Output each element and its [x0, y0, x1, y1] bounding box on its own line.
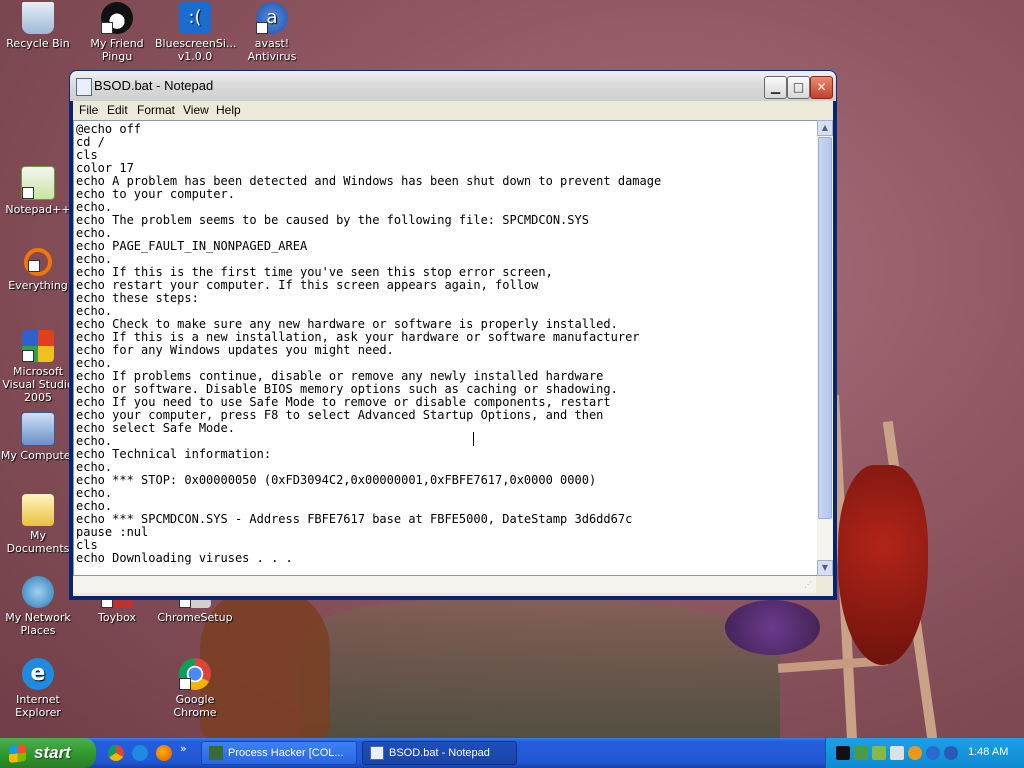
desktop-icon-label: ChromeSetup: [157, 611, 233, 624]
taskbar-button-process-hacker[interactable]: Process Hacker [COL...: [201, 741, 357, 765]
start-label: start: [34, 743, 71, 762]
visual-studio-icon: [22, 330, 54, 362]
minimize-button[interactable]: ▁: [764, 76, 787, 99]
network-tray-icon[interactable]: [854, 746, 868, 760]
scroll-down-button[interactable]: ▼: [817, 560, 833, 576]
toybox-icon: [101, 596, 133, 608]
console-tray-icon[interactable]: [836, 746, 850, 760]
desktop-icon-label: BluescreenSi... v1.0.0: [155, 37, 237, 63]
avast-icon: a: [256, 2, 288, 34]
desktop-icon-label: My Computer: [0, 449, 76, 462]
network-globe-icon: [22, 576, 54, 608]
desktop-icon-label: Recycle Bin: [6, 37, 70, 50]
scroll-up-button[interactable]: ▲: [817, 120, 833, 136]
minimize-icon: ▁: [770, 80, 781, 94]
taskbar: start » Process Hacker [COL... BSOD.bat …: [0, 738, 1024, 768]
desktop-icon-label: Toybox: [98, 611, 136, 624]
close-icon: ✕: [816, 80, 827, 94]
desktop-icon-recycle-bin[interactable]: Recycle Bin: [0, 2, 78, 50]
app-tray-icon[interactable]: [872, 746, 886, 760]
start-button[interactable]: start: [0, 738, 96, 768]
notepad-icon: [370, 746, 384, 760]
desktop-icon-internet-explorer[interactable]: e Internet Explorer: [0, 658, 78, 719]
desktop-icon-my-documents[interactable]: My Documents: [0, 494, 78, 555]
quicklaunch-firefox-icon[interactable]: [156, 745, 172, 761]
system-tray: 1:48 AM: [825, 738, 1024, 768]
resize-grip-icon[interactable]: ⋰: [800, 576, 816, 593]
penguin-icon: [101, 2, 133, 34]
vertical-scrollbar[interactable]: ▲ ▼: [817, 120, 833, 576]
quicklaunch-chrome-icon[interactable]: [108, 745, 124, 761]
info-tray-icon[interactable]: [926, 746, 940, 760]
desktop-icon-avast[interactable]: a avast! Antivirus: [232, 2, 312, 63]
recycle-bin-icon: [22, 2, 54, 34]
notepad-plus-plus-icon: [21, 166, 55, 200]
desktop-icon-label: Microsoft Visual Studio 2005: [2, 365, 74, 404]
quicklaunch-ie-icon[interactable]: [132, 745, 148, 761]
menu-format[interactable]: Format: [137, 103, 175, 117]
notepad-window[interactable]: BSOD.bat - Notepad ▁ □ ✕ File Edit Forma…: [70, 71, 836, 599]
close-button[interactable]: ✕: [810, 76, 833, 99]
clock[interactable]: 1:48 AM: [968, 746, 1008, 758]
background-flowers: [725, 600, 820, 655]
desktop-icon-label: Notepad++: [5, 203, 71, 216]
folder-icon: [22, 494, 54, 526]
desktop-icon-notepad-plus-plus[interactable]: Notepad++: [0, 166, 78, 216]
text-editor[interactable]: @echo off cd / cls color 17 echo A probl…: [73, 120, 818, 576]
editor-text: @echo off cd / cls color 17 echo A probl…: [76, 122, 662, 565]
maximize-icon: □: [792, 80, 805, 94]
search-tray-icon[interactable]: [908, 746, 922, 760]
background-brush: [300, 600, 780, 740]
desktop-icon-my-network-places[interactable]: My Network Places: [0, 576, 78, 637]
arrow-down-icon: ▼: [821, 563, 829, 572]
device-tray-icon[interactable]: [890, 746, 904, 760]
scroll-thumb[interactable]: [818, 137, 832, 519]
desktop-icon-everything[interactable]: Everything: [0, 248, 78, 292]
window-title: BSOD.bat - Notepad: [94, 78, 214, 93]
internet-explorer-icon: e: [22, 658, 54, 690]
everything-search-icon: [24, 248, 52, 276]
chrome-icon: [179, 658, 211, 690]
maximize-button[interactable]: □: [787, 76, 810, 99]
background-chili-ristra: [838, 465, 928, 665]
desktop-icon-my-computer[interactable]: My Computer: [0, 412, 78, 462]
menu-help[interactable]: Help: [216, 103, 241, 117]
desktop-icon-label: Everything: [8, 279, 68, 292]
desktop-icon-label: Google Chrome: [173, 693, 217, 719]
desktop-icon-visual-studio[interactable]: Microsoft Visual Studio 2005: [0, 330, 78, 404]
menu-bar: File Edit Format View Help: [73, 101, 833, 119]
sad-face-icon: :(: [179, 2, 211, 34]
menu-view[interactable]: View: [183, 103, 209, 117]
desktop-icon-label: My Network Places: [5, 611, 71, 637]
desktop-icon-bluescreen-simulator[interactable]: :( BluescreenSi... v1.0.0: [155, 2, 237, 63]
avast-tray-icon[interactable]: [944, 746, 958, 760]
computer-icon: [21, 412, 55, 446]
desktop-icon-google-chrome[interactable]: Google Chrome: [155, 658, 235, 719]
desktop-icon-label: My Friend Pingu: [90, 37, 144, 63]
menu-file[interactable]: File: [79, 103, 98, 117]
windows-logo-icon: [9, 744, 26, 763]
task-label: Process Hacker [COL...: [228, 747, 344, 759]
arrow-up-icon: ▲: [821, 123, 829, 132]
desktop-icon-label: My Documents: [6, 529, 70, 555]
desktop-icon-pingu[interactable]: My Friend Pingu: [77, 2, 157, 63]
window-body: File Edit Format View Help @echo off cd …: [73, 101, 833, 596]
text-cursor-icon: [473, 432, 474, 446]
notepad-icon: [76, 78, 92, 96]
task-label: BSOD.bat - Notepad: [389, 747, 490, 759]
title-bar[interactable]: BSOD.bat - Notepad ▁ □ ✕: [70, 71, 836, 101]
quicklaunch-more-icon[interactable]: »: [180, 742, 196, 758]
status-area: ⋰: [73, 576, 816, 593]
desktop-icon-label: avast! Antivirus: [247, 37, 297, 63]
menu-edit[interactable]: Edit: [107, 103, 128, 117]
desktop-icon-label: Internet Explorer: [15, 693, 61, 719]
chrome-setup-icon: [179, 596, 211, 608]
taskbar-button-notepad[interactable]: BSOD.bat - Notepad: [362, 741, 517, 765]
process-hacker-icon: [209, 746, 223, 760]
